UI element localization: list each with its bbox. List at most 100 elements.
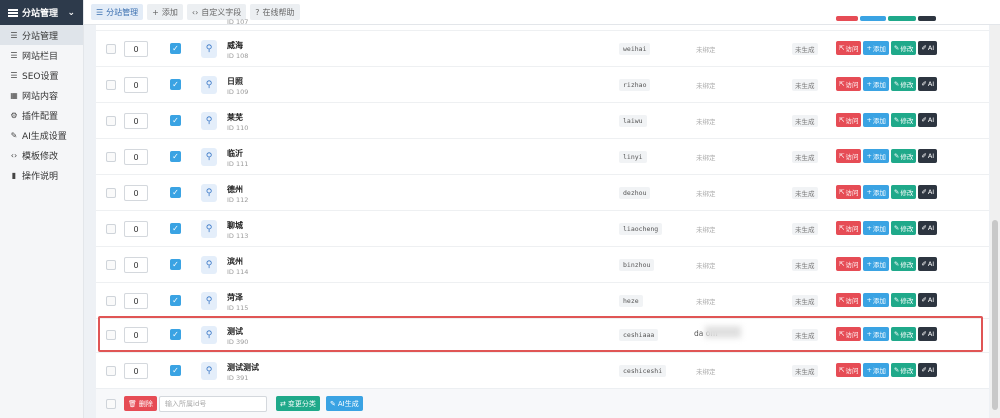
sidebar-header-label: 分站管理 xyxy=(22,9,59,19)
row-checkbox[interactable] xyxy=(106,366,116,376)
add-label: 添加 xyxy=(872,261,886,269)
add-site-button[interactable]: + 添加 xyxy=(863,221,889,235)
ai-button[interactable] xyxy=(918,16,936,21)
sidebar-item-6[interactable]: ‹› 模板修改 xyxy=(0,145,83,165)
scrollbar-thumb[interactable] xyxy=(992,220,998,410)
edit-button[interactable]: ✎ 修改 xyxy=(890,363,917,377)
edit-button[interactable]: ✎ 修改 xyxy=(890,293,917,307)
sort-order-input[interactable]: 0 xyxy=(124,363,148,379)
row-checkbox[interactable] xyxy=(106,44,116,54)
chevron-down-icon[interactable]: ⌄ xyxy=(67,8,75,18)
enabled-checkbox[interactable]: ✓ xyxy=(170,115,181,126)
add-site-button[interactable]: + 添加 xyxy=(863,257,889,271)
row-checkbox[interactable] xyxy=(106,188,116,198)
add-site-button[interactable] xyxy=(860,16,886,21)
ai-button[interactable]: ✐ AI xyxy=(918,149,938,163)
sort-order-input[interactable]: 0 xyxy=(124,293,148,309)
row-checkbox[interactable] xyxy=(106,116,116,126)
row-checkbox[interactable] xyxy=(106,80,116,90)
sort-order-input[interactable]: 0 xyxy=(124,149,148,165)
scrollbar[interactable] xyxy=(990,25,1000,418)
add-site-button[interactable]: + 添加 xyxy=(863,293,889,307)
sidebar-item-0[interactable]: ☰ 分站管理 xyxy=(0,25,83,45)
external-link-icon: ⇱ xyxy=(839,296,845,304)
enabled-checkbox[interactable]: ✓ xyxy=(170,151,181,162)
bound-domain: 未绑定 xyxy=(696,82,716,90)
add-site-button[interactable]: + 添加 xyxy=(863,149,889,163)
sort-order-input[interactable]: 0 xyxy=(124,41,148,57)
edit-button[interactable]: ✎ 修改 xyxy=(890,149,917,163)
sort-order-input[interactable]: 0 xyxy=(124,257,148,273)
visit-button[interactable] xyxy=(836,16,858,21)
ai-generate-button[interactable]: ✎ AI生成 xyxy=(326,396,363,411)
edit-button[interactable]: ✎ 修改 xyxy=(890,221,917,235)
sidebar-item-4[interactable]: ⚙ 插件配置 xyxy=(0,105,83,125)
row-checkbox[interactable] xyxy=(106,152,116,162)
sidebar-item-5[interactable]: ✎ AI生成设置 xyxy=(0,125,83,145)
add-site-button[interactable]: + 添加 xyxy=(863,363,889,377)
sort-order-input[interactable]: 0 xyxy=(124,77,148,93)
change-category-button[interactable]: ⇄ 变更分类 xyxy=(276,396,320,411)
edit-button[interactable]: ✎ 修改 xyxy=(890,41,917,55)
edit-button[interactable]: ✎ 修改 xyxy=(890,113,917,127)
visit-button[interactable]: ⇱ 访问 xyxy=(836,257,862,271)
ai-button[interactable]: ✐ AI xyxy=(918,113,938,127)
site-id: ID 108 xyxy=(227,52,249,60)
add-label: 添加 xyxy=(872,117,886,125)
edit-button[interactable] xyxy=(888,16,916,21)
sidebar-item-1[interactable]: ☰ 网站栏目 xyxy=(0,45,83,65)
ai-button[interactable]: ✐ AI xyxy=(918,363,938,377)
edit-button[interactable]: ✎ 修改 xyxy=(890,77,917,91)
enabled-checkbox[interactable]: ✓ xyxy=(170,187,181,198)
add-site-button[interactable]: + 添加 xyxy=(863,41,889,55)
sidebar-header[interactable]: 分站管理 ⌄ xyxy=(0,0,83,25)
visit-button[interactable]: ⇱ 访问 xyxy=(836,221,862,235)
sort-order-input[interactable]: 0 xyxy=(124,221,148,237)
ai-button[interactable]: ✐ AI xyxy=(918,41,938,55)
sidebar-item-2[interactable]: ☰ SEO设置 xyxy=(0,65,83,85)
edit-button[interactable]: ✎ 修改 xyxy=(890,185,917,199)
add-site-button[interactable]: + 添加 xyxy=(863,77,889,91)
sort-value: 0 xyxy=(133,224,139,234)
delete-button[interactable]: 🗑 删除 xyxy=(124,396,157,411)
sidebar-item-3[interactable]: ▦ 网站内容 xyxy=(0,85,83,105)
row-checkbox[interactable] xyxy=(106,296,116,306)
add-site-button[interactable]: + 添加 xyxy=(863,185,889,199)
sidebar-item-7[interactable]: ▮ 操作说明 xyxy=(0,165,83,185)
map-pin-icon: ⚲ xyxy=(201,256,217,274)
parent-id-input[interactable]: 输入所属id号 xyxy=(159,396,267,412)
magic-wand-icon: ✐ xyxy=(921,296,927,304)
ai-button[interactable]: ✐ AI xyxy=(918,221,938,235)
visit-button[interactable]: ⇱ 访问 xyxy=(836,113,862,127)
visit-button[interactable]: ⇱ 访问 xyxy=(836,363,862,377)
ai-button[interactable]: ✐ AI xyxy=(918,185,938,199)
enabled-checkbox[interactable]: ✓ xyxy=(170,79,181,90)
enabled-checkbox[interactable]: ✓ xyxy=(170,365,181,376)
visit-button[interactable]: ⇱ 访问 xyxy=(836,77,862,91)
ai-button[interactable]: ✐ AI xyxy=(918,293,938,307)
sort-value: 0 xyxy=(133,116,139,126)
external-link-icon: ⇱ xyxy=(839,44,845,52)
edit-icon: ✎ xyxy=(893,224,900,232)
visit-button[interactable]: ⇱ 访问 xyxy=(836,149,862,163)
site-id: ID 113 xyxy=(227,232,249,240)
site-name: 测试测试 xyxy=(227,363,259,372)
enabled-checkbox[interactable]: ✓ xyxy=(170,223,181,234)
edit-button[interactable]: ✎ 修改 xyxy=(890,257,917,271)
enabled-checkbox[interactable]: ✓ xyxy=(170,259,181,270)
magic-wand-icon: ✐ xyxy=(921,152,927,160)
visit-button[interactable]: ⇱ 访问 xyxy=(836,41,862,55)
visit-button[interactable]: ⇱ 访问 xyxy=(836,293,862,307)
sort-order-input[interactable]: 0 xyxy=(124,185,148,201)
enabled-checkbox[interactable]: ✓ xyxy=(170,43,181,54)
sort-order-input[interactable]: 0 xyxy=(124,113,148,129)
row-checkbox[interactable] xyxy=(106,224,116,234)
ai-button[interactable]: ✐ AI xyxy=(918,77,938,91)
external-link-icon: ⇱ xyxy=(839,116,845,124)
enabled-checkbox[interactable]: ✓ xyxy=(170,295,181,306)
row-checkbox[interactable] xyxy=(106,260,116,270)
visit-button[interactable]: ⇱ 访问 xyxy=(836,185,862,199)
add-site-button[interactable]: + 添加 xyxy=(863,113,889,127)
select-all-checkbox[interactable] xyxy=(106,399,116,409)
ai-button[interactable]: ✐ AI xyxy=(918,257,938,271)
